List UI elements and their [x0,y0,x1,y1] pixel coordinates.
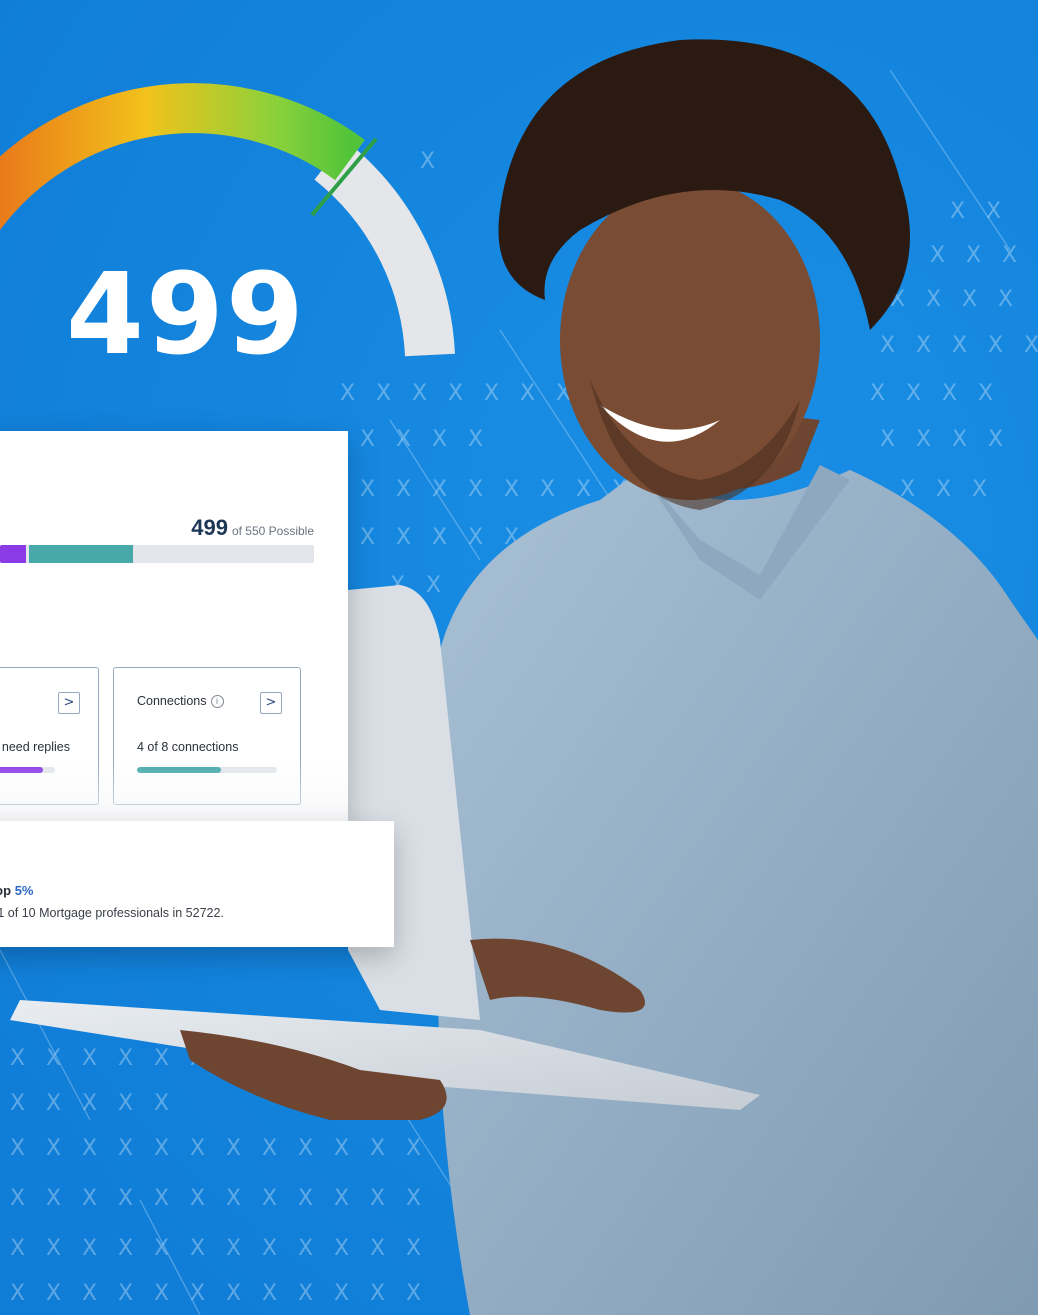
connections-title: Connections i [137,694,224,708]
info-icon[interactable]: i [210,695,224,708]
ranking-description: ed 1 of 10 Mortgage professionals in 527… [0,906,224,920]
connections-title-text: Connections [137,694,207,708]
ranking-card: e top 5% ed 1 of 10 Mortgage professiona… [0,821,394,947]
ranking-title: e top 5% [0,883,33,898]
card-fade [0,761,348,821]
score-progress-bar [0,545,314,563]
score-segment-purple [0,545,26,563]
score-possible: of 550 Possible [231,524,314,538]
score-value: 499 [191,515,228,540]
connections-chevron-button[interactable]: > [260,692,282,714]
ranking-title-percent: 5% [14,883,34,898]
ranking-title-prefix: e top [0,883,12,898]
score-card: 499of 550 Possible lia > need replies Co… [0,431,348,821]
replies-subtitle: need replies [1,740,70,754]
connections-subtitle: 4 of 8 connections [137,740,239,754]
score-total: 499 of 550 Possible [191,515,314,541]
score-segment-teal [29,545,133,563]
replies-chevron-button[interactable]: > [58,692,80,714]
